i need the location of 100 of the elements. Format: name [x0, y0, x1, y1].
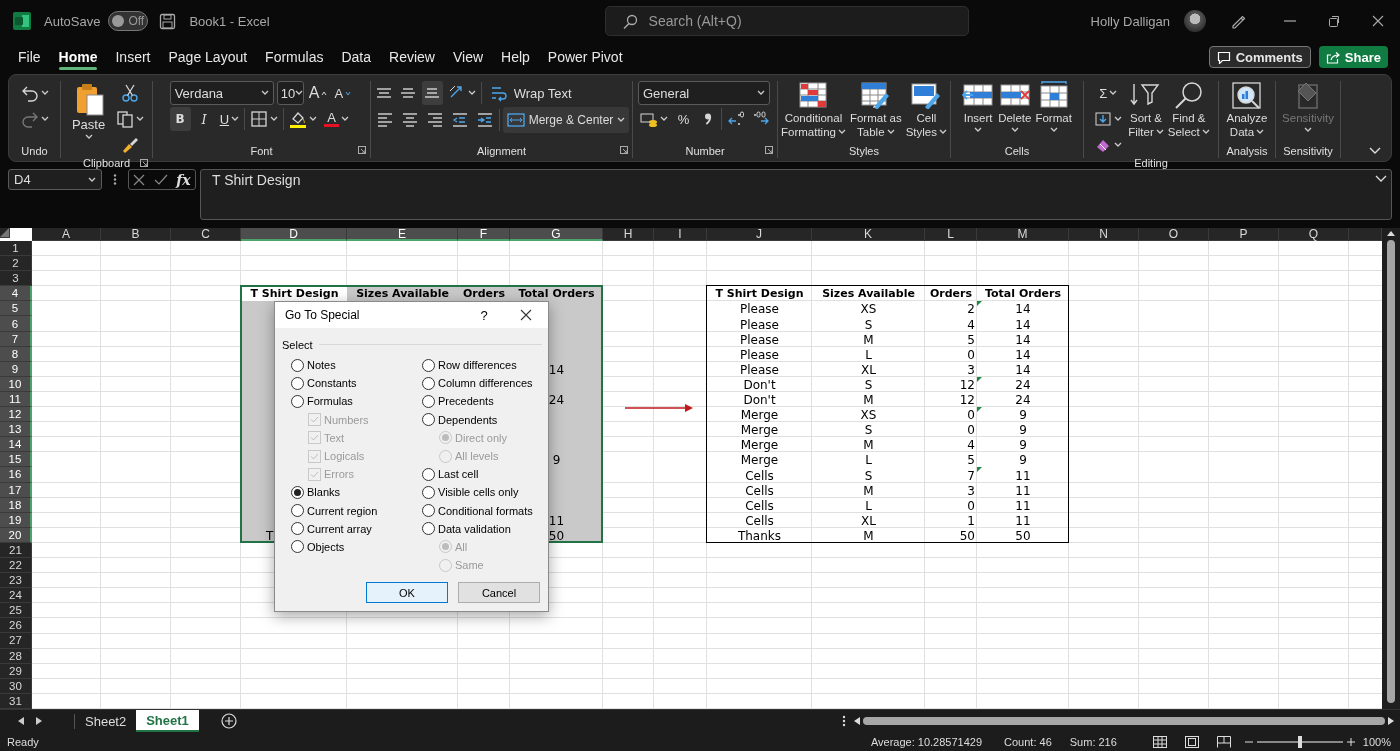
column-header[interactable]: A [32, 228, 101, 241]
autosave-toggle[interactable]: Off [108, 11, 149, 31]
dialog-launcher-icon[interactable] [358, 146, 366, 154]
menu-tab[interactable]: Page Layout [168, 42, 248, 72]
radio-button[interactable] [291, 358, 304, 372]
row-header[interactable]: 25 [0, 603, 32, 619]
menu-tab[interactable]: Insert [115, 42, 151, 72]
column-header[interactable]: J [707, 228, 812, 241]
menu-tab[interactable]: Formulas [265, 42, 324, 72]
column-header[interactable]: M [977, 228, 1069, 241]
table-button[interactable]: Format as Table [849, 81, 902, 139]
font-name-dropdown[interactable]: Verdana [169, 81, 274, 105]
help-button[interactable]: ? [464, 307, 504, 323]
row-header[interactable]: 3 [0, 271, 32, 287]
radio-button[interactable] [422, 485, 435, 499]
merge-center-button[interactable]: Merge & Center [502, 107, 630, 133]
insert-function-button[interactable]: fx [176, 171, 191, 188]
find-button[interactable]: Find & Select [1167, 81, 1210, 139]
menu-tab[interactable]: Review [389, 42, 435, 72]
conditional-button[interactable]: Conditional Formatting [780, 81, 846, 139]
comments-button[interactable]: Comments [1208, 46, 1311, 68]
column-header[interactable]: K [812, 228, 925, 241]
column-header[interactable]: I [654, 228, 707, 241]
wrap-text-button[interactable]: Wrap Text [484, 81, 577, 105]
row-header[interactable]: 24 [0, 588, 32, 604]
column-header[interactable]: N [1069, 228, 1139, 241]
menu-tab[interactable]: Power Pivot [547, 42, 623, 72]
font-size-dropdown[interactable]: 10 [276, 81, 304, 105]
column-header[interactable]: P [1209, 228, 1279, 241]
dialog-launcher-icon[interactable] [140, 159, 148, 167]
scroll-thumb[interactable] [863, 717, 1385, 725]
radio-button[interactable] [291, 504, 304, 518]
expand-icon[interactable] [1375, 175, 1387, 183]
number-format-dropdown[interactable]: General [638, 81, 770, 105]
column-header[interactable]: G [510, 228, 603, 241]
previous-sheet-icon[interactable] [18, 717, 24, 725]
radio-button[interactable] [291, 394, 304, 408]
percent-button[interactable]: % [673, 107, 694, 131]
decrease-font-size-button[interactable]: A [332, 81, 354, 105]
column-header[interactable]: L [925, 228, 977, 241]
delete-button[interactable]: Delete [998, 81, 1032, 133]
column-header[interactable]: O [1139, 228, 1209, 241]
search-field[interactable]: Search (Alt+Q) [604, 6, 969, 36]
column-header[interactable]: E [347, 228, 458, 241]
sheet-tab[interactable]: Sheet1 [136, 710, 199, 732]
sort-button[interactable]: Sort & Filter [1128, 81, 1164, 139]
radio-button[interactable] [422, 376, 435, 390]
menu-tab[interactable]: File [18, 42, 41, 72]
cancel-icon[interactable] [133, 173, 146, 186]
normal-view-icon[interactable] [1152, 735, 1167, 748]
styles-button[interactable]: Cell Styles [905, 81, 948, 139]
autosum-button[interactable]: Σ [1092, 81, 1125, 105]
scroll-up-icon[interactable] [1387, 230, 1395, 236]
share-button[interactable]: Share [1318, 46, 1388, 68]
row-header[interactable]: 13 [0, 422, 32, 438]
menu-tab[interactable]: View [452, 42, 484, 72]
row-header[interactable]: 14 [0, 437, 32, 453]
paste-button[interactable]: Paste [67, 81, 110, 140]
save-icon[interactable] [159, 12, 177, 30]
page-break-icon[interactable] [1216, 735, 1231, 748]
zoom-in-icon[interactable] [1346, 737, 1355, 746]
column-header[interactable]: Q [1279, 228, 1349, 241]
enter-icon[interactable] [153, 173, 168, 186]
dialog-button[interactable]: OK [366, 582, 448, 603]
analyze-button[interactable]: Analyze Data [1226, 81, 1268, 139]
bottom-align-button[interactable] [421, 81, 443, 105]
formula-field[interactable]: T Shirt Design [200, 169, 1392, 220]
underline-button[interactable]: U [217, 107, 242, 131]
collapse-ribbon-icon[interactable] [1369, 147, 1381, 155]
radio-button[interactable] [291, 522, 304, 536]
page-layout-icon[interactable] [1184, 735, 1199, 748]
column-header[interactable]: H [603, 228, 654, 241]
format-button[interactable]: Format [1035, 81, 1072, 133]
add-sheet-icon[interactable] [220, 713, 237, 729]
increase-font-size-button[interactable]: A [306, 81, 330, 105]
row-header[interactable]: 2 [0, 256, 32, 272]
scroll-right-icon[interactable] [1388, 717, 1394, 725]
bold-button[interactable]: B [169, 107, 191, 131]
row-header[interactable]: 16 [0, 467, 32, 483]
menu-tab[interactable]: Data [341, 42, 372, 72]
pen-icon[interactable] [1230, 13, 1246, 29]
radio-button[interactable] [422, 394, 435, 408]
radio-button[interactable] [422, 522, 435, 536]
sheet-tab[interactable]: Sheet2 [75, 710, 137, 732]
select-all-icon[interactable] [0, 228, 10, 238]
row-header[interactable]: 12 [0, 407, 32, 423]
name-box[interactable]: D4 [8, 169, 102, 190]
font-color-button[interactable]: A [322, 107, 352, 131]
zoom-level[interactable]: 100% [1362, 735, 1391, 748]
column-header[interactable]: D [241, 228, 347, 241]
column-header[interactable]: B [101, 228, 171, 241]
scroll-thumb[interactable] [1387, 240, 1395, 703]
row-header[interactable]: 6 [0, 316, 32, 332]
radio-button[interactable] [291, 540, 304, 554]
menu-tab[interactable]: Help [501, 42, 530, 72]
menu-tab[interactable]: Home [58, 42, 98, 72]
radio-button[interactable] [291, 485, 304, 499]
scroll-left-icon[interactable] [854, 717, 860, 725]
radio-button[interactable] [422, 467, 435, 481]
user-avatar[interactable] [1184, 10, 1206, 32]
